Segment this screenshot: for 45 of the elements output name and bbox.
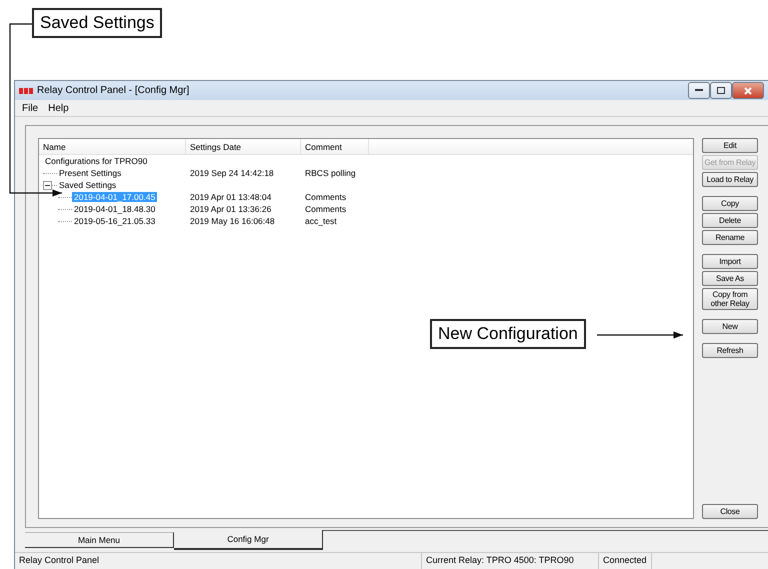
window-title: Relay Control Panel - [Config Mgr] (37, 85, 190, 96)
callout-label: New Configuration (430, 319, 586, 349)
action-button[interactable]: Copy from other Relay (702, 288, 758, 310)
date-cell-text: 2019 May 16 16:06:48 (189, 216, 276, 226)
menu-item[interactable]: Help (48, 102, 69, 114)
date-cell-text: 2019 Apr 01 13:48:04 (189, 192, 272, 202)
action-button[interactable]: Delete (702, 213, 758, 228)
tree-item[interactable]: 2019-04-01_18.48.30 (72, 204, 158, 214)
app-logo-icon (19, 86, 33, 94)
tree-item[interactable]: Configurations for TPRO90 (43, 156, 150, 166)
tree-item[interactable]: 2019-05-16_21.05.33 (72, 216, 158, 226)
comment-cell-text: Comments (304, 204, 348, 214)
minimize-icon (695, 89, 703, 92)
comment-cell-text: RBCS polling (304, 168, 357, 178)
tab[interactable]: Config Mgr (174, 530, 323, 550)
action-button[interactable]: Edit (702, 138, 758, 153)
status-text: Connected (599, 553, 652, 569)
action-button[interactable]: Load to Relay (702, 172, 758, 187)
tree-item[interactable]: Saved Settings (57, 180, 118, 190)
column-header[interactable]: Settings Date (186, 139, 301, 155)
maximize-icon (717, 87, 725, 94)
collapse-icon[interactable] (43, 180, 52, 190)
comment-cell-text: Comments (304, 192, 348, 202)
action-button[interactable]: Copy (702, 196, 758, 211)
menu-item[interactable]: File (22, 102, 38, 114)
date-cell-text: 2019 Apr 01 13:36:26 (189, 204, 272, 214)
callout-label: Saved Settings (32, 8, 162, 38)
status-text: Relay Control Panel (15, 553, 422, 569)
comment-cell-text: acc_test (304, 216, 338, 226)
action-button[interactable]: New (702, 319, 758, 334)
tab[interactable]: Main Menu (25, 532, 174, 548)
column-header[interactable]: Comment (301, 139, 369, 155)
maximize-button[interactable] (710, 82, 732, 99)
close-window-button[interactable] (732, 82, 764, 99)
action-button[interactable]: Rename (702, 230, 758, 245)
date-cell-text: 2019 Sep 24 14:42:18 (189, 168, 275, 178)
close-icon (744, 86, 752, 94)
close-button[interactable]: Close (702, 504, 758, 519)
action-button[interactable]: Refresh (702, 343, 758, 358)
minimize-button[interactable] (688, 82, 710, 99)
tree-item[interactable]: Present Settings (57, 168, 124, 178)
column-header[interactable]: Name (39, 139, 186, 155)
action-button[interactable]: Save As (702, 271, 758, 286)
status-text: Current Relay: TPRO 4500: TPRO90 (422, 553, 599, 569)
action-button[interactable]: Import (702, 254, 758, 269)
